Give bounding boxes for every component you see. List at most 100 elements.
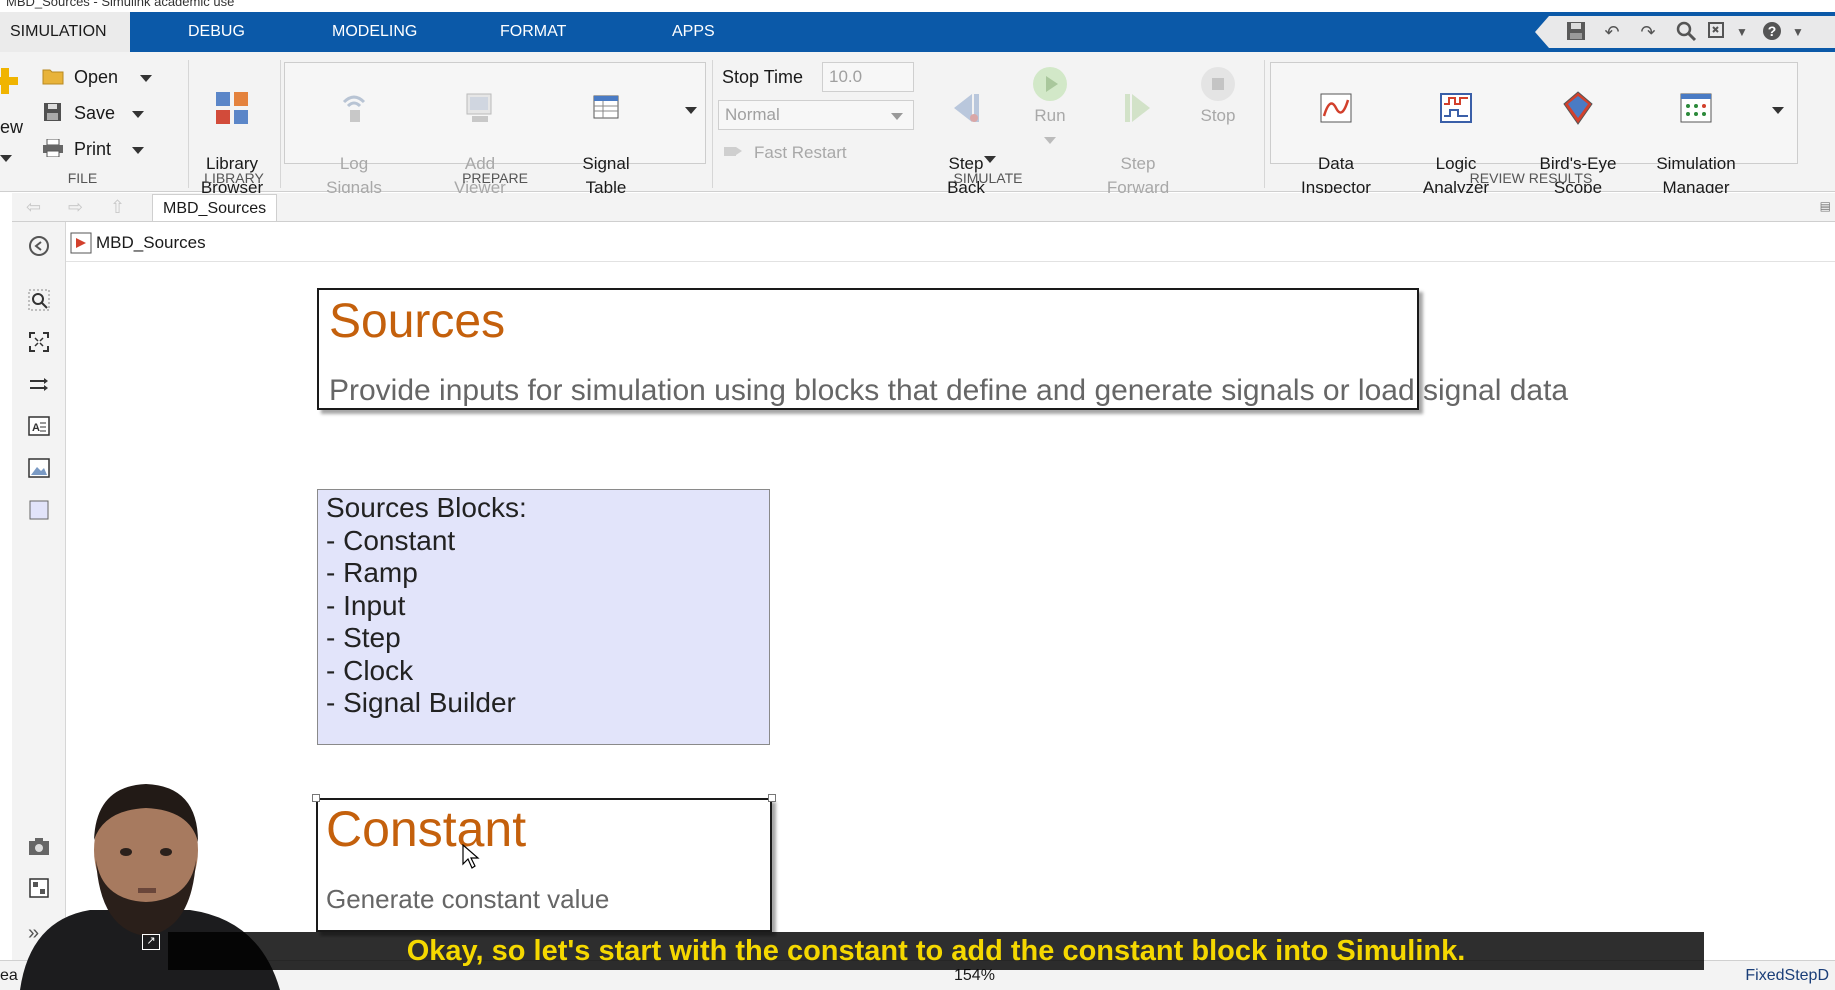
run-label: Run	[1034, 106, 1066, 125]
window-title: MBD_Sources - Simulink academic use	[6, 0, 235, 9]
save-button[interactable]: Save	[42, 100, 115, 126]
data-inspector-icon	[1320, 93, 1352, 123]
zoom-icon[interactable]	[27, 288, 51, 312]
chevron-down-icon[interactable]: ▼	[1729, 20, 1755, 44]
save-dropdown[interactable]	[132, 100, 144, 126]
new-button[interactable]	[0, 66, 20, 103]
up-arrow-icon[interactable]: ⇧	[110, 197, 125, 218]
fit-to-view-icon[interactable]	[27, 330, 51, 354]
prepare-gallery-expand[interactable]	[685, 96, 697, 122]
fast-restart-label: Fast Restart	[754, 143, 847, 162]
stop-button[interactable]: Stop	[1182, 66, 1254, 128]
help-icon[interactable]: ?	[1759, 20, 1785, 44]
tab-debug[interactable]: DEBUG	[178, 12, 255, 52]
sources-description: Provide inputs for simulation using bloc…	[329, 374, 1569, 407]
save-icon[interactable]	[1563, 20, 1589, 44]
print-button[interactable]: Print	[42, 136, 111, 162]
back-arrow-icon[interactable]: ⇦	[26, 197, 41, 218]
resize-handle[interactable]	[768, 794, 776, 802]
signal-lines-icon[interactable]	[27, 372, 51, 396]
mouse-cursor-icon	[462, 844, 480, 869]
new-label: ew	[0, 117, 24, 137]
save-icon	[44, 103, 61, 121]
ribbon: ew Open Save Print FILE Library Browser …	[0, 52, 1835, 197]
library-browser-icon	[216, 92, 248, 124]
open-dropdown[interactable]	[140, 64, 152, 90]
blocks-heading: Sources Blocks:	[326, 492, 527, 523]
model-tab[interactable]: MBD_Sources	[152, 194, 278, 221]
log-signals-icon	[342, 95, 366, 122]
print-dropdown[interactable]	[132, 136, 144, 162]
section-library-label: LIBRARY	[204, 170, 264, 186]
fast-restart-icon	[724, 147, 742, 156]
forward-arrow-icon[interactable]: ⇨	[68, 197, 83, 218]
tab-format[interactable]: FORMAT	[490, 12, 576, 52]
solver-status[interactable]: FixedStepD	[1745, 967, 1829, 985]
divider	[188, 60, 189, 188]
annotation-icon[interactable]: A	[27, 414, 51, 438]
section-prepare-label: PREPARE	[462, 170, 528, 186]
sources-blocks-area[interactable]: Sources Blocks: - Constant - Ramp - Inpu…	[317, 489, 770, 745]
step-back-dropdown[interactable]	[984, 145, 996, 171]
expand-video-icon[interactable]: ↗	[142, 934, 160, 950]
print-label: Print	[74, 139, 112, 159]
svg-text:A: A	[32, 422, 40, 434]
printer-icon	[43, 139, 63, 157]
redo-icon[interactable]: ↷	[1635, 20, 1661, 44]
open-button[interactable]: Open	[42, 64, 118, 90]
divider	[712, 60, 713, 188]
model-path[interactable]: MBD_Sources	[96, 224, 206, 262]
search-icon[interactable]	[1673, 20, 1699, 44]
save-label: Save	[74, 103, 116, 123]
constant-description: Generate constant value	[326, 884, 610, 914]
list-item: - Input	[326, 589, 406, 621]
open-label: Open	[74, 67, 119, 87]
fast-restart-toggle[interactable]: Fast Restart	[722, 140, 847, 166]
model-icon	[70, 232, 92, 254]
tab-modeling[interactable]: MODELING	[322, 12, 427, 52]
help-dropdown-icon[interactable]: ▼	[1785, 20, 1811, 44]
birds-eye-scope-icon	[1563, 91, 1593, 125]
shortcuts-icon[interactable]	[1705, 20, 1731, 44]
quick-access-toolbar: ↶ ↷ ▼ ? ▼	[1535, 16, 1835, 48]
stop-icon	[1201, 67, 1235, 101]
sources-title: Sources	[329, 295, 506, 348]
add-viewer-icon	[466, 93, 492, 122]
explorer-bar: ⇦ ⇨ ⇧ MBD_Sources ▤	[12, 193, 1835, 222]
model-address-bar: MBD_Sources	[66, 224, 1835, 262]
image-icon[interactable]	[27, 456, 51, 480]
review-gallery-expand[interactable]	[1772, 96, 1784, 122]
step-forward-icon	[1125, 94, 1150, 122]
run-button[interactable]: Run	[1014, 66, 1086, 152]
stop-time-field[interactable]: 10.0	[822, 62, 914, 92]
explorer-menu-icon[interactable]: ▤	[1820, 199, 1831, 213]
hide-browser-icon[interactable]	[27, 234, 51, 258]
undo-icon[interactable]: ↶	[1599, 20, 1625, 44]
tab-apps[interactable]: APPS	[662, 12, 725, 52]
simulation-manager-icon	[1680, 93, 1712, 123]
chevron-down-icon	[891, 113, 903, 120]
play-icon	[1033, 67, 1067, 101]
list-item: - Step	[326, 622, 401, 653]
divider	[280, 60, 281, 188]
sources-annotation[interactable]: Sources Provide inputs for simulation us…	[317, 288, 1568, 410]
stop-time-label: Stop Time	[722, 67, 804, 87]
tab-simulation[interactable]: SIMULATION	[0, 12, 130, 52]
chevron-down-icon	[1044, 137, 1056, 145]
section-review-label: REVIEW RESULTS	[1469, 170, 1593, 186]
model-canvas[interactable]: Sources Provide inputs for simulation us…	[66, 262, 1835, 952]
stop-label: Stop	[1200, 106, 1236, 125]
constant-title: Constant	[326, 801, 527, 857]
signal-table-icon	[593, 95, 619, 119]
video-caption: Okay, so let's start with the constant t…	[168, 932, 1704, 970]
new-dropdown[interactable]	[0, 144, 12, 170]
window-title-strip: MBD_Sources - Simulink academic use	[0, 0, 1835, 12]
logic-analyzer-icon	[1440, 93, 1472, 123]
list-item: - Constant	[326, 524, 456, 556]
constant-annotation[interactable]: Constant Generate constant value	[316, 798, 772, 932]
resize-handle[interactable]	[312, 794, 320, 802]
area-icon[interactable]	[27, 498, 51, 522]
divider	[1264, 60, 1265, 188]
section-file-label: FILE	[67, 170, 98, 186]
simulation-mode-select[interactable]: Normal	[718, 100, 914, 130]
